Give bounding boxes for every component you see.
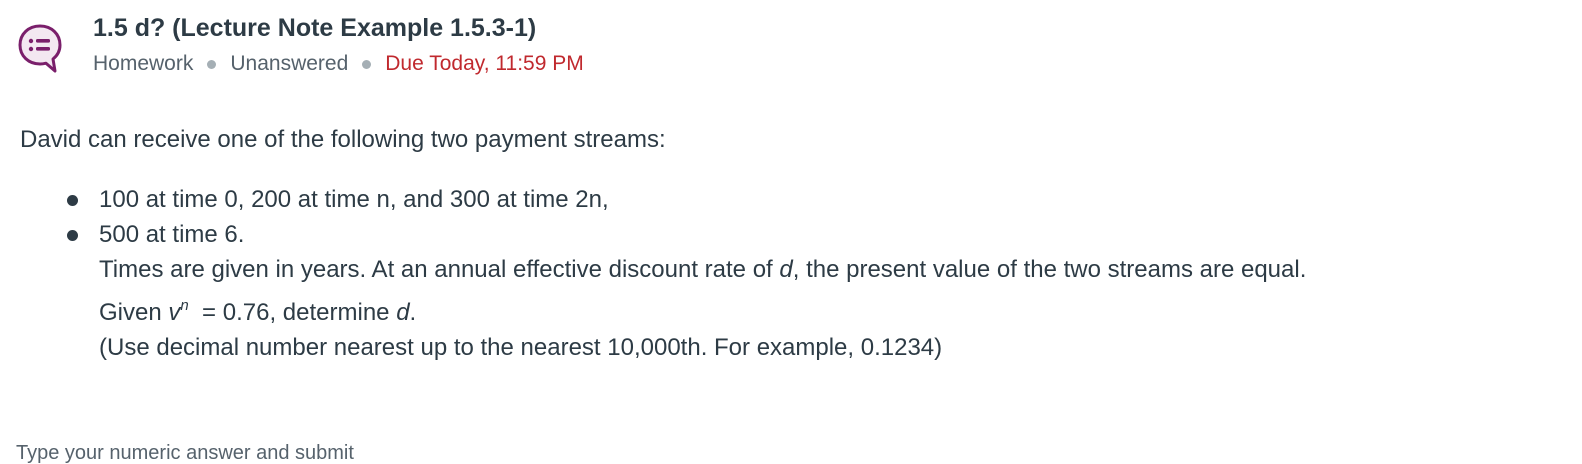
rounding-note: (Use decimal number nearest up to the ne… [99,334,943,361]
question-status: Unanswered [230,52,349,75]
variable-d: d [396,299,410,326]
separator-dot [207,59,217,69]
bullet-icon [67,230,78,241]
exponent-n: n [180,297,189,314]
question-header-text: 1.5 d? (Lecture Note Example 1.5.3-1) Ho… [93,12,584,78]
times-sentence: Times are given in years. At an annual e… [99,252,1560,287]
question-page: 1.5 d? (Lecture Note Example 1.5.3-1) Ho… [0,0,1582,464]
given-prefix: Given [99,299,169,326]
question-intro: David can receive one of the following t… [20,126,666,153]
question-bubble-icon [18,24,62,73]
question-meta: Homework Unanswered Due Today, 11:59 PM [93,50,584,78]
bullet-icon [67,195,78,206]
given-end: . [409,299,417,326]
separator-dot [362,59,372,69]
variable-d: d [779,256,793,283]
question-header: 1.5 d? (Lecture Note Example 1.5.3-1) Ho… [18,12,584,78]
stream-text: 100 at time 0, 200 at time n, and 300 at… [99,186,609,213]
variable-v: v [168,299,181,326]
list-item: 500 at time 6. [20,217,1560,252]
list-item: 100 at time 0, 200 at time n, and 300 at… [20,182,1560,217]
due-date: Due Today, 11:59 PM [385,52,584,75]
stream-text: 500 at time 6. [99,221,245,248]
times-text-a: Times are given in years. At an annual e… [99,256,780,283]
question-details: Times are given in years. At an annual e… [20,252,1560,365]
question-title: 1.5 d? (Lecture Note Example 1.5.3-1) [93,14,537,42]
payment-stream-list: 100 at time 0, 200 at time n, and 300 at… [20,182,1560,252]
given-mid: = 0.76, determine [188,299,397,326]
answer-prompt-label: Type your numeric answer and submit [16,442,354,464]
times-text-b: , the present value of the two streams a… [792,256,1307,283]
question-type: Homework [93,52,194,75]
given-sentence: Given vn = 0.76, determine d. [99,295,1560,330]
question-body: David can receive one of the following t… [20,122,1560,365]
